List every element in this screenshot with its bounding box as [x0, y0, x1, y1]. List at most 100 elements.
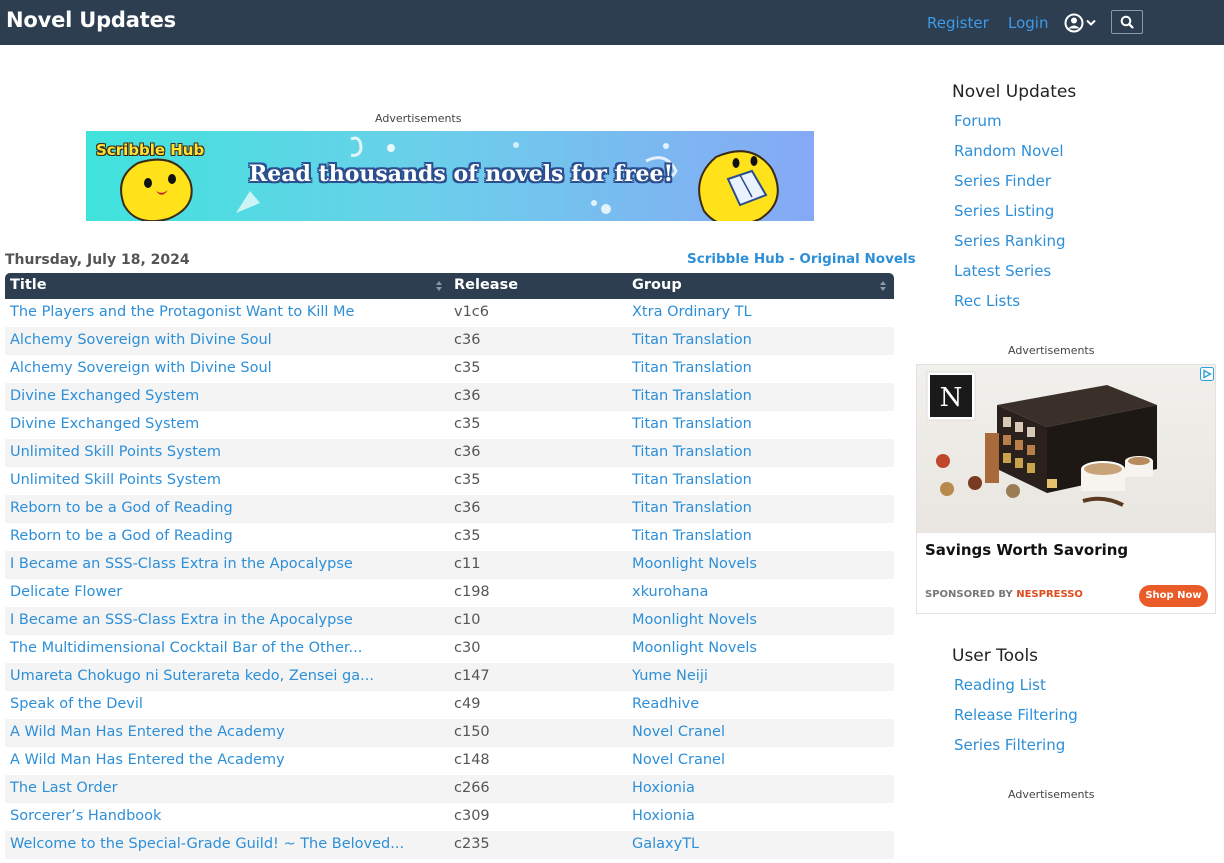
series-title-link[interactable]: Alchemy Sovereign with Divine Soul: [10, 360, 272, 376]
release-chapter[interactable]: c309: [454, 808, 490, 824]
series-title-link[interactable]: Sorcerer’s Handbook: [10, 808, 161, 824]
sidebar-link-series-finder[interactable]: Series Finder: [954, 172, 1051, 190]
ad-label-sidebar-bottom: Advertisements: [1008, 788, 1095, 801]
release-chapter[interactable]: c35: [454, 472, 480, 488]
sort-arrows-icon[interactable]: [436, 281, 442, 291]
table-row: Divine Exchanged System c35 Titan Translat…: [5, 411, 894, 439]
release-chapter[interactable]: c198: [454, 584, 490, 600]
column-header-title[interactable]: Title: [10, 277, 47, 293]
group-link[interactable]: Titan Translation: [632, 444, 752, 460]
release-chapter[interactable]: c10: [454, 612, 480, 628]
table-row: A Wild Man Has Entered the Academy c150 No…: [5, 719, 894, 747]
sidebar-title-user-tools: User Tools: [952, 646, 1039, 666]
series-title-link[interactable]: Reborn to be a God of Reading: [10, 500, 233, 516]
sidebar-link-release-filtering[interactable]: Release Filtering: [954, 706, 1078, 724]
login-link[interactable]: Login: [1008, 14, 1048, 32]
ad-label-top: Advertisements: [375, 112, 462, 125]
series-title-link[interactable]: Divine Exchanged System: [10, 388, 199, 404]
release-chapter[interactable]: c36: [454, 500, 480, 516]
series-title-link[interactable]: Alchemy Sovereign with Divine Soul: [10, 332, 272, 348]
sidebar-link-latest-series[interactable]: Latest Series: [954, 262, 1051, 280]
column-header-group[interactable]: Group: [632, 277, 682, 293]
series-title-link[interactable]: Reborn to be a God of Reading: [10, 528, 233, 544]
sidebar-link-series-listing[interactable]: Series Listing: [954, 202, 1054, 220]
group-link[interactable]: Moonlight Novels: [632, 556, 757, 572]
release-chapter[interactable]: c30: [454, 640, 480, 656]
user-circle-icon: [1064, 13, 1096, 33]
release-chapter[interactable]: c148: [454, 752, 490, 768]
release-chapter[interactable]: c36: [454, 444, 480, 460]
sidebar-link-random-novel[interactable]: Random Novel: [954, 142, 1064, 160]
adchoices-icon[interactable]: [1200, 367, 1214, 381]
release-chapter[interactable]: c36: [454, 332, 480, 348]
series-title-link[interactable]: A Wild Man Has Entered the Academy: [10, 752, 285, 768]
group-link[interactable]: Readhive: [632, 696, 699, 712]
series-title-link[interactable]: The Players and the Protagonist Want to …: [10, 304, 354, 320]
scribble-hub-banner-ad[interactable]: Scribble Hub Read thousands of novels fo…: [86, 131, 814, 221]
site-logo[interactable]: Novel Updates: [6, 8, 176, 32]
table-row: Unlimited Skill Points System c35 Titan Tr…: [5, 467, 894, 495]
release-chapter[interactable]: c35: [454, 360, 480, 376]
series-title-link[interactable]: I Became an SSS-Class Extra in the Apoca…: [10, 556, 353, 572]
release-chapter[interactable]: c147: [454, 668, 490, 684]
group-link[interactable]: Hoxionia: [632, 808, 695, 824]
release-chapter[interactable]: c150: [454, 724, 490, 740]
sidebar-link-series-ranking[interactable]: Series Ranking: [954, 232, 1066, 250]
scribble-hub-original-novels-link[interactable]: Scribble Hub - Original Novels: [687, 251, 916, 267]
group-link[interactable]: Moonlight Novels: [632, 640, 757, 656]
series-title-link[interactable]: Delicate Flower: [10, 584, 122, 600]
top-navbar: Novel Updates Register Login: [0, 0, 1224, 45]
group-link[interactable]: GalaxyTL: [632, 836, 699, 852]
series-title-link[interactable]: Divine Exchanged System: [10, 416, 199, 432]
shop-now-button[interactable]: Shop Now: [1139, 585, 1208, 607]
series-title-link[interactable]: The Multidimensional Cocktail Bar of the…: [10, 640, 362, 656]
series-title-link[interactable]: A Wild Man Has Entered the Academy: [10, 724, 285, 740]
table-body: The Players and the Protagonist Want to …: [5, 299, 894, 859]
group-link[interactable]: Novel Cranel: [632, 724, 725, 740]
sidebar-link-series-filtering[interactable]: Series Filtering: [954, 736, 1065, 754]
release-chapter[interactable]: c35: [454, 416, 480, 432]
series-title-link[interactable]: Speak of the Devil: [10, 696, 143, 712]
group-link[interactable]: Titan Translation: [632, 528, 752, 544]
table-row: Welcome to the Special-Grade Guild! ~ Th…: [5, 831, 894, 859]
group-link[interactable]: Novel Cranel: [632, 752, 725, 768]
nespresso-sidebar-ad[interactable]: N Savings Worth Savoring SPONSORED BY NE…: [916, 364, 1216, 614]
sidebar-link-reading-list[interactable]: Reading List: [954, 676, 1046, 694]
group-link[interactable]: Titan Translation: [632, 360, 752, 376]
group-link[interactable]: Xtra Ordinary TL: [632, 304, 752, 320]
release-chapter[interactable]: c36: [454, 388, 480, 404]
sidebar-link-forum[interactable]: Forum: [954, 112, 1002, 130]
series-title-link[interactable]: Welcome to the Special-Grade Guild! ~ Th…: [10, 836, 404, 852]
series-title-link[interactable]: Unlimited Skill Points System: [10, 472, 221, 488]
group-link[interactable]: xkurohana: [632, 584, 708, 600]
user-menu-dropdown[interactable]: [1064, 13, 1100, 33]
svg-text:N: N: [940, 383, 963, 413]
group-link[interactable]: Yume Neiji: [632, 668, 708, 684]
search-icon: [1120, 15, 1134, 29]
search-button[interactable]: [1111, 10, 1143, 34]
group-link[interactable]: Titan Translation: [632, 332, 752, 348]
series-title-link[interactable]: I Became an SSS-Class Extra in the Apoca…: [10, 612, 353, 628]
series-title-link[interactable]: The Last Order: [10, 780, 118, 796]
group-link[interactable]: Hoxionia: [632, 780, 695, 796]
release-chapter[interactable]: c235: [454, 836, 490, 852]
release-chapter[interactable]: c266: [454, 780, 490, 796]
group-link[interactable]: Titan Translation: [632, 500, 752, 516]
sidebar-link-rec-lists[interactable]: Rec Lists: [954, 292, 1020, 310]
group-link[interactable]: Moonlight Novels: [632, 612, 757, 628]
release-chapter[interactable]: v1c6: [454, 304, 489, 320]
column-header-release: Release: [454, 277, 519, 293]
series-title-link[interactable]: Unlimited Skill Points System: [10, 444, 221, 460]
series-title-link[interactable]: Umareta Chokugo ni Suterareta kedo, Zens…: [10, 668, 374, 684]
sort-arrows-icon[interactable]: [880, 281, 886, 291]
release-chapter[interactable]: c11: [454, 556, 480, 572]
release-date-heading: Thursday, July 18, 2024: [5, 252, 190, 268]
ad-label-sidebar: Advertisements: [1008, 344, 1095, 357]
release-chapter[interactable]: c35: [454, 528, 480, 544]
group-link[interactable]: Titan Translation: [632, 416, 752, 432]
register-link[interactable]: Register: [927, 14, 989, 32]
ad-product-image: N: [917, 365, 1215, 533]
group-link[interactable]: Titan Translation: [632, 472, 752, 488]
group-link[interactable]: Titan Translation: [632, 388, 752, 404]
release-chapter[interactable]: c49: [454, 696, 480, 712]
